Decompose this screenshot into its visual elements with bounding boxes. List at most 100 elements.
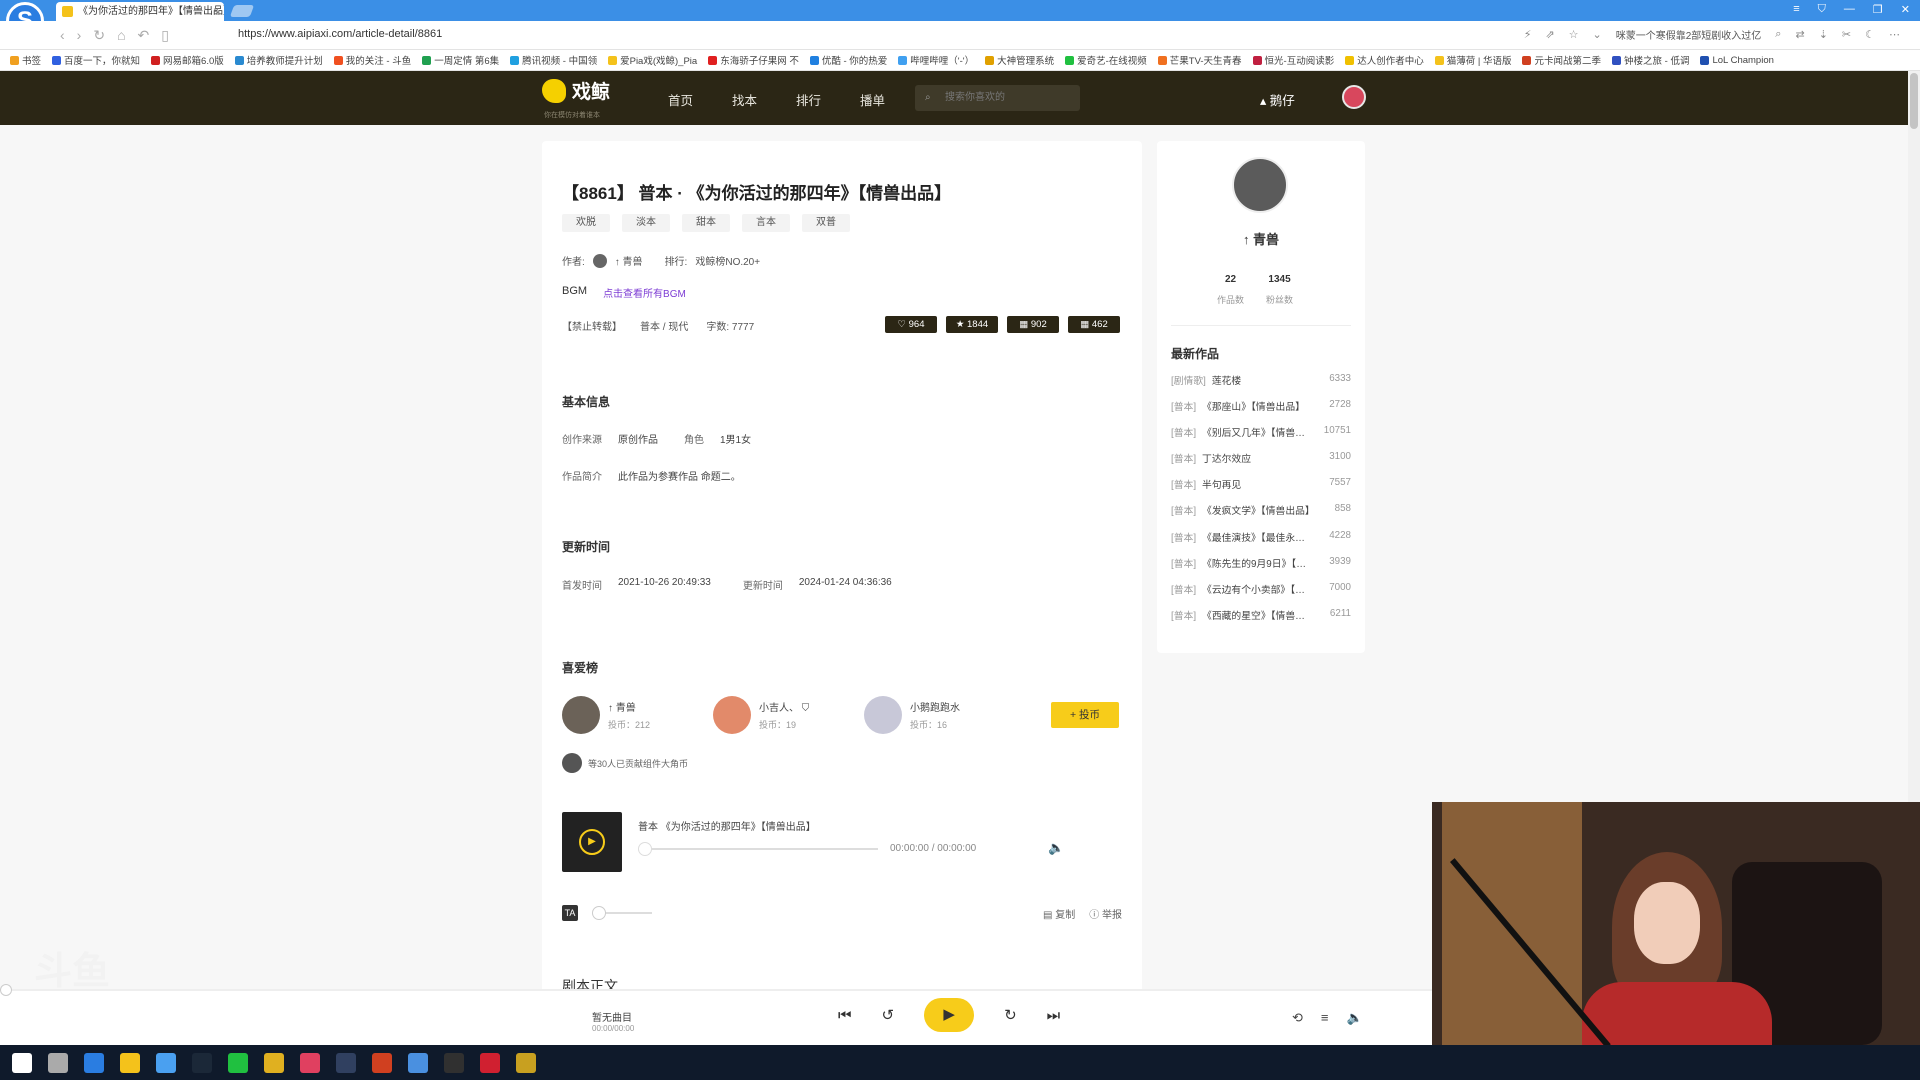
- shield-icon[interactable]: ⛉: [1818, 3, 1826, 16]
- bookmark-item[interactable]: 培养教师提升计划: [234, 53, 323, 67]
- sogou-browser-icon[interactable]: [156, 1052, 176, 1073]
- share-icon[interactable]: ⇗: [1545, 28, 1554, 41]
- latest-work-item[interactable]: [普本] 《发疯文学》【情兽出品】 858: [1171, 503, 1351, 529]
- forward-15-icon[interactable]: ↻: [1004, 1006, 1017, 1024]
- site-logo[interactable]: 戏鲸 你在模仿对着谁本: [542, 77, 610, 119]
- author-avatar[interactable]: [592, 253, 607, 268]
- favorites-stat[interactable]: ★ 1844: [946, 316, 998, 333]
- steam-icon[interactable]: [192, 1052, 212, 1073]
- sidebar-author-name[interactable]: ↑ 青兽: [1157, 229, 1365, 248]
- bookmark-item[interactable]: 钟楼之旅 - 低调: [1612, 53, 1689, 67]
- windows-start-icon[interactable]: [12, 1052, 32, 1073]
- translate-icon[interactable]: ⇄: [1795, 28, 1804, 41]
- menu-item-playlist[interactable]: 播单: [860, 90, 885, 109]
- home-icon[interactable]: ⌂: [117, 27, 125, 44]
- fan-item[interactable]: 小鹅跑跑水 投币：16: [864, 696, 960, 734]
- maximize-icon[interactable]: ❐: [1873, 3, 1883, 16]
- tag[interactable]: 双普: [802, 214, 850, 232]
- minimize-icon[interactable]: —: [1844, 3, 1855, 16]
- coins-stat[interactable]: ▦ 902: [1007, 316, 1059, 333]
- close-window-icon[interactable]: ✕: [1901, 3, 1910, 16]
- likes-stat[interactable]: ♡ 964: [885, 316, 937, 333]
- audio-progress[interactable]: [642, 848, 878, 850]
- new-tab-button[interactable]: [229, 5, 255, 17]
- url-input[interactable]: https://www.aipiaxi.com/article-detail/8…: [238, 28, 442, 40]
- app-red-icon[interactable]: [300, 1052, 320, 1073]
- copy-button[interactable]: ▤ 复制: [1043, 906, 1075, 921]
- app-face-icon[interactable]: [516, 1052, 536, 1073]
- bookmark-item[interactable]: 一周定情 第6集: [422, 53, 499, 67]
- bookmark-item[interactable]: 我的关注 - 斗鱼: [333, 53, 411, 67]
- tab-close-icon[interactable]: ×: [213, 2, 219, 21]
- latest-work-item[interactable]: [普本] 《陈先生的9月9日》【… 3939: [1171, 556, 1351, 582]
- menu-item-find[interactable]: 找本: [732, 90, 757, 109]
- fan-item[interactable]: ↑ 青兽 投币：212: [562, 696, 650, 734]
- previous-icon[interactable]: ⏮: [838, 1007, 852, 1024]
- refresh-icon[interactable]: ↻: [93, 27, 105, 44]
- audio-progress-handle[interactable]: [638, 842, 652, 856]
- bookmark-item[interactable]: 爱Pia戏(戏鲸)_Pia: [608, 53, 697, 67]
- bookmark-item[interactable]: 芒果TV-天生青春: [1157, 53, 1242, 67]
- author-name[interactable]: ↑ 青兽: [615, 253, 643, 268]
- bookmark-item[interactable]: 百度一下，你就知: [52, 53, 140, 67]
- promo-text[interactable]: 咪蒙一个寒假靠2部短剧收入过亿: [1616, 27, 1762, 42]
- scissors-icon[interactable]: ✂: [1842, 28, 1851, 41]
- rewind-15-icon[interactable]: ↺: [882, 1006, 895, 1024]
- audio-cover[interactable]: ▶: [562, 812, 622, 872]
- menu-item-rank[interactable]: 排行: [796, 90, 821, 109]
- bookmark-item[interactable]: 达人创作者中心: [1345, 53, 1424, 67]
- volume-icon[interactable]: 🔈: [1347, 1010, 1363, 1026]
- star-icon[interactable]: ☆: [1569, 28, 1579, 41]
- bookmark-item[interactable]: 爱奇艺-在线视频: [1065, 53, 1147, 67]
- back-icon[interactable]: ‹: [60, 27, 65, 44]
- dropdown-icon[interactable]: ⌄: [1593, 28, 1602, 41]
- app-dark-icon[interactable]: [336, 1052, 356, 1073]
- download-icon[interactable]: ⇣: [1819, 28, 1828, 41]
- undo-icon[interactable]: ↶: [138, 27, 150, 44]
- bookmark-item[interactable]: 哔哩哔哩（'-'）: [898, 53, 974, 67]
- app-shield-icon[interactable]: [372, 1052, 392, 1073]
- latest-work-item[interactable]: [普本] 《西藏的星空》【情兽… 6211: [1171, 608, 1351, 634]
- contributors-row[interactable]: 等30人已贡献组件大角币: [562, 753, 688, 773]
- latest-work-item[interactable]: [普本] 半句再见 7557: [1171, 477, 1351, 503]
- sidebar-author-avatar[interactable]: [1232, 157, 1288, 213]
- bookmark-item[interactable]: 东海骄子仔果网 不: [708, 53, 799, 67]
- bookmark-item[interactable]: 恒光-互动阅读影: [1252, 53, 1334, 67]
- bookmark-item[interactable]: LoL Champion: [1700, 55, 1774, 66]
- latest-work-item[interactable]: [普本] 《最佳演技》【最佳永… 4228: [1171, 530, 1351, 556]
- playlist-icon[interactable]: ≡: [1321, 1010, 1329, 1026]
- moon-icon[interactable]: ☾: [1865, 28, 1875, 41]
- bookmark-item[interactable]: 腾讯视频 - 中国领: [510, 53, 597, 67]
- tag[interactable]: 欢脱: [562, 214, 610, 232]
- wechat-icon[interactable]: [228, 1052, 248, 1073]
- next-icon[interactable]: ⏭: [1047, 1007, 1061, 1024]
- app-bird-icon[interactable]: [480, 1052, 500, 1073]
- user-avatar[interactable]: [1342, 85, 1366, 109]
- file-explorer-icon[interactable]: [120, 1052, 140, 1073]
- play-icon[interactable]: ▶: [579, 829, 605, 855]
- bookmark-item[interactable]: 优酷 - 你的热爱: [809, 53, 887, 67]
- task-view-icon[interactable]: [48, 1052, 68, 1073]
- site-search-input[interactable]: ⌕ 搜索你喜欢的: [915, 85, 1080, 111]
- volume-icon[interactable]: 🔈: [1048, 840, 1064, 856]
- more-icon[interactable]: ⋯: [1889, 28, 1900, 41]
- bookmark-item[interactable]: 大神管理系统: [985, 53, 1054, 67]
- obs-icon[interactable]: [444, 1052, 464, 1073]
- sogou-browser-active-icon[interactable]: [408, 1052, 428, 1073]
- user-nickname[interactable]: ▴ 鹅仔: [1260, 90, 1295, 109]
- forward-icon[interactable]: ›: [77, 27, 82, 44]
- latest-work-item[interactable]: [剧情歌] 莲花楼 6333: [1171, 373, 1351, 399]
- menu-icon[interactable]: ≡: [1793, 3, 1799, 16]
- report-button[interactable]: ⓘ 举报: [1089, 906, 1122, 921]
- chrome-icon[interactable]: [264, 1052, 284, 1073]
- play-button[interactable]: ▶: [924, 998, 975, 1032]
- loop-icon[interactable]: ⟲: [1292, 1010, 1303, 1026]
- bookmark-item[interactable]: 书签: [10, 53, 41, 67]
- tag[interactable]: 言本: [742, 214, 790, 232]
- plays-stat[interactable]: ▦ 462: [1068, 316, 1120, 333]
- font-size-handle[interactable]: [592, 906, 606, 920]
- lightning-icon[interactable]: ⚡: [1524, 28, 1532, 41]
- latest-work-item[interactable]: [普本] 《云边有个小卖部》【… 7000: [1171, 582, 1351, 608]
- scrollbar-thumb[interactable]: [1910, 73, 1918, 129]
- latest-work-item[interactable]: [普本] 丁达尔效应 3100: [1171, 451, 1351, 477]
